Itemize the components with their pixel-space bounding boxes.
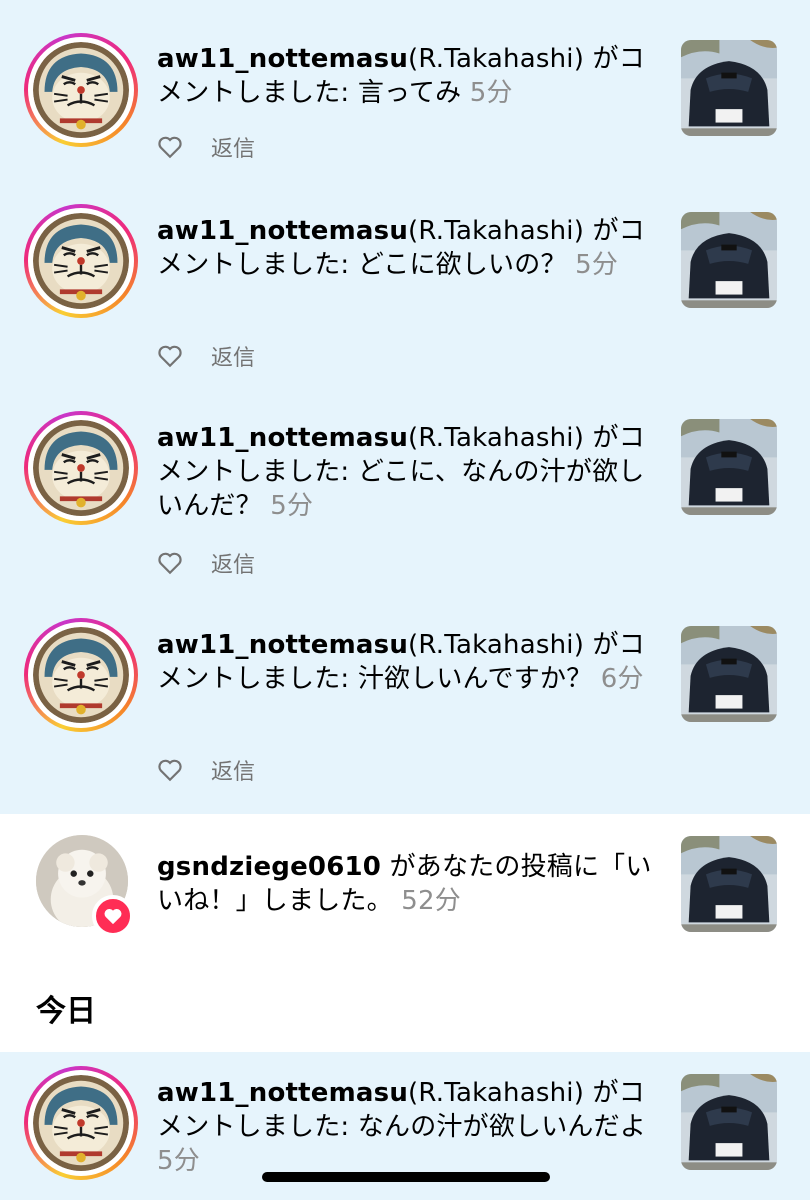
like-notification[interactable]: gsndziege0610 があなたの投稿に「いいね！」しました。 52分: [0, 814, 810, 954]
post-thumbnail[interactable]: [681, 40, 777, 136]
post-thumbnail[interactable]: [681, 1074, 777, 1170]
avatar: [33, 42, 129, 138]
heart-filled-icon: [92, 895, 134, 937]
notification-text: aw11_nottemasu(R.Takahashi) がコメントしました: 汁…: [157, 630, 645, 694]
reply-button[interactable]: 返信: [211, 131, 255, 163]
notification-text: aw11_nottemasu(R.Takahashi) がコメントしました: ど…: [157, 216, 645, 280]
heart-outline-icon[interactable]: [157, 758, 183, 782]
timestamp: 52分: [401, 886, 461, 916]
heart-outline-icon[interactable]: [157, 344, 183, 368]
story-ring-avatar[interactable]: [24, 411, 138, 525]
avatar: [33, 420, 129, 516]
post-thumbnail[interactable]: [681, 212, 777, 308]
story-ring-avatar[interactable]: [24, 618, 138, 732]
post-thumbnail[interactable]: [681, 626, 777, 722]
username[interactable]: aw11_nottemasu: [157, 1078, 408, 1108]
story-ring-avatar[interactable]: [24, 204, 138, 318]
heart-outline-icon[interactable]: [157, 551, 183, 575]
timestamp: 5分: [575, 250, 619, 280]
timestamp: 5分: [157, 1146, 200, 1176]
notification-text: gsndziege0610 があなたの投稿に「いいね！」しました。 52分: [157, 852, 652, 916]
avatar: [33, 213, 129, 309]
post-thumbnail[interactable]: [681, 419, 777, 515]
username[interactable]: aw11_nottemasu: [157, 44, 408, 74]
heart-outline-icon[interactable]: [157, 135, 183, 159]
reply-button[interactable]: 返信: [211, 547, 255, 579]
comment-notification[interactable]: aw11_nottemasu(R.Takahashi) がコメントしました: 言…: [0, 0, 810, 190]
notification-text: aw11_nottemasu(R.Takahashi) がコメントしました: な…: [157, 1078, 647, 1176]
timestamp: 6分: [600, 664, 644, 694]
username[interactable]: aw11_nottemasu: [157, 630, 408, 660]
timestamp: 5分: [270, 491, 314, 521]
notification-text: aw11_nottemasu(R.Takahashi) がコメントしました: 言…: [157, 44, 645, 108]
reply-button[interactable]: 返信: [211, 340, 255, 372]
story-ring-avatar[interactable]: [24, 1066, 138, 1180]
section-header-today: 今日: [36, 994, 96, 1029]
comment-notification[interactable]: aw11_nottemasu(R.Takahashi) がコメントしました: 汁…: [0, 604, 810, 814]
reply-button[interactable]: 返信: [211, 754, 255, 786]
story-ring-avatar[interactable]: [24, 33, 138, 147]
avatar: [33, 627, 129, 723]
post-thumbnail[interactable]: [681, 836, 777, 932]
notification-text: aw11_nottemasu(R.Takahashi) がコメントしました: ど…: [157, 423, 645, 521]
username[interactable]: gsndziege0610: [157, 852, 381, 882]
comment-notification[interactable]: aw11_nottemasu(R.Takahashi) がコメントしました: ど…: [0, 190, 810, 397]
timestamp: 5分: [469, 78, 513, 108]
username[interactable]: aw11_nottemasu: [157, 423, 408, 453]
username[interactable]: aw11_nottemasu: [157, 216, 408, 246]
comment-notification[interactable]: aw11_nottemasu(R.Takahashi) がコメントしました: ど…: [0, 397, 810, 604]
home-indicator[interactable]: [262, 1172, 550, 1182]
avatar: [33, 1075, 129, 1171]
